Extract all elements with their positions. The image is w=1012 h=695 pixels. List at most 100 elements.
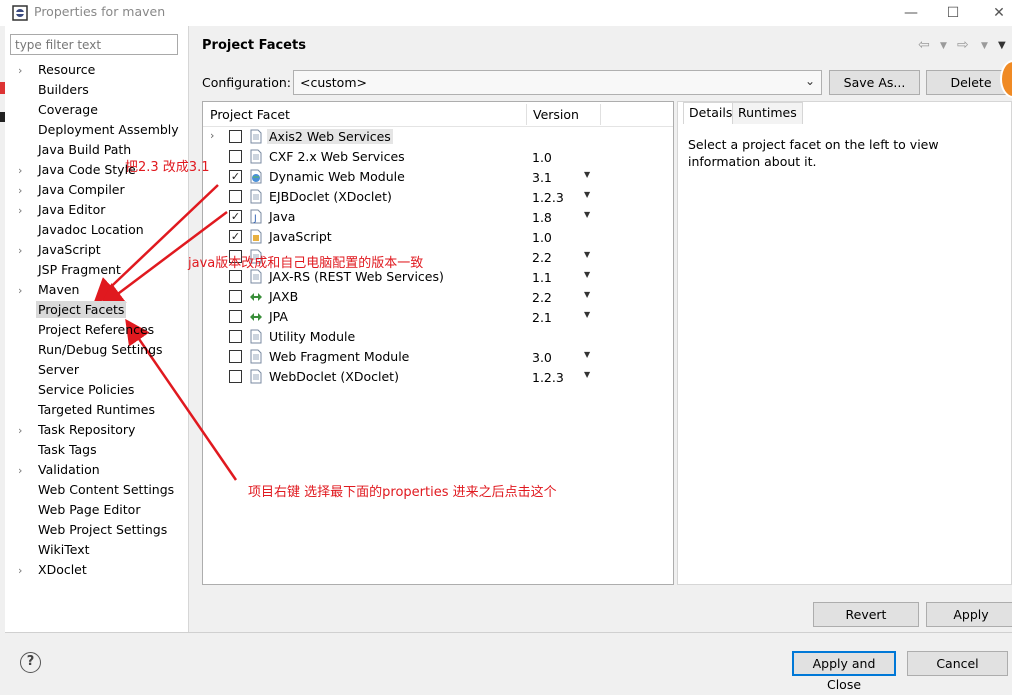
sidebar-item-javadoc-location[interactable]: Javadoc Location [18,220,146,240]
facet-version[interactable]: 1.8 [532,210,552,225]
minimize-button[interactable]: — [896,2,926,24]
column-separator [526,104,527,125]
facet-version[interactable]: 1.2.3 [532,370,564,385]
chevron-right-icon[interactable]: › [18,181,36,201]
sidebar-item-deployment-assembly[interactable]: Deployment Assembly [18,120,181,140]
version-dropdown-icon[interactable]: ▼ [584,210,590,219]
facet-checkbox[interactable] [229,150,242,163]
back-arrow-icon[interactable]: ⇦ [918,37,930,53]
facet-version[interactable]: 2.2 [532,290,552,305]
facet-version[interactable]: 2.1 [532,310,552,325]
sidebar-item-coverage[interactable]: Coverage [18,100,100,120]
apply-and-close-button[interactable]: Apply and Close [792,651,896,692]
filter-input[interactable] [10,34,178,55]
chevron-right-icon[interactable]: › [18,461,36,481]
chevron-right-icon[interactable]: › [18,201,36,221]
facet-version[interactable]: 1.2.3 [532,190,564,205]
chevron-right-icon[interactable]: › [18,61,36,81]
sidebar-item-resource[interactable]: › Resource [18,60,97,80]
facet-checkbox[interactable] [229,130,242,143]
view-menu-icon[interactable]: ▼ [998,40,1006,51]
sidebar-item-task-repository[interactable]: › Task Repository [18,420,137,440]
chevron-right-icon[interactable]: › [210,129,214,142]
delete-button[interactable]: Delete [926,70,1012,95]
facet-checkbox[interactable]: ✓ [229,210,242,223]
version-dropdown-icon[interactable]: ▼ [584,370,590,379]
tab-details[interactable]: Details [683,102,739,124]
sidebar-item-web-page-editor[interactable]: Web Page Editor [18,500,142,520]
sidebar-item-java-build-path[interactable]: Java Build Path [18,140,133,160]
facet-checkbox[interactable] [229,270,242,283]
chevron-right-icon[interactable]: › [18,561,36,581]
sidebar-item-builders[interactable]: Builders [18,80,91,100]
table-row[interactable]: JPA 2.1 ▼ [203,307,673,327]
version-dropdown-icon[interactable]: ▼ [584,170,590,179]
facet-checkbox[interactable] [229,190,242,203]
version-dropdown-icon[interactable]: ▼ [584,190,590,199]
sidebar-item-validation[interactable]: › Validation [18,460,102,480]
sidebar-item-task-tags[interactable]: Task Tags [18,440,99,460]
facet-checkbox[interactable]: ✓ [229,170,242,183]
chevron-right-icon[interactable]: › [18,421,36,441]
sidebar-item-wikitext[interactable]: WikiText [18,540,92,560]
back-menu-chevron-icon[interactable]: ▼ [940,41,947,51]
details-text: Select a project facet on the left to vi… [688,137,939,169]
sidebar-item-java-code-style[interactable]: › Java Code Style [18,160,138,180]
column-header-version[interactable]: Version [533,107,579,122]
sidebar-item-xdoclet[interactable]: › XDoclet [18,560,89,580]
table-row[interactable]: Utility Module [203,327,673,347]
table-row[interactable]: EJBDoclet (XDoclet) 1.2.3 ▼ [203,187,673,207]
table-row[interactable]: WebDoclet (XDoclet) 1.2.3 ▼ [203,367,673,387]
sidebar-item-service-policies[interactable]: Service Policies [18,380,136,400]
forward-arrow-icon[interactable]: ⇨ [957,37,969,53]
sidebar-item-targeted-runtimes[interactable]: Targeted Runtimes [18,400,157,420]
tab-runtimes[interactable]: Runtimes [732,102,803,124]
configuration-select[interactable]: <custom> ⌄ [293,70,822,95]
facet-checkbox[interactable] [229,290,242,303]
chevron-right-icon[interactable]: › [18,241,36,261]
sidebar-item-java-editor[interactable]: › Java Editor [18,200,107,220]
sidebar-item-project-facets[interactable]: Project Facets [18,300,127,320]
sidebar-item-javascript[interactable]: › JavaScript [18,240,103,260]
table-row[interactable]: ✓ JavaScript 1.0 [203,227,673,247]
facet-checkbox[interactable] [229,350,242,363]
version-dropdown-icon[interactable]: ▼ [584,310,590,319]
chevron-right-icon[interactable]: › [18,281,36,301]
version-dropdown-icon[interactable]: ▼ [584,270,590,279]
sidebar-item-jsp-fragment[interactable]: JSP Fragment [18,260,123,280]
sidebar-item-maven[interactable]: › Maven [18,280,81,300]
cancel-button[interactable]: Cancel [907,651,1008,676]
sidebar-item-web-project-settings[interactable]: Web Project Settings [18,520,169,540]
facet-checkbox[interactable] [229,370,242,383]
table-row[interactable]: Web Fragment Module 3.0 ▼ [203,347,673,367]
save-as-button[interactable]: Save As... [829,70,920,95]
table-row[interactable]: CXF 2.x Web Services 1.0 [203,147,673,167]
version-dropdown-icon[interactable]: ▼ [584,250,590,259]
help-icon[interactable]: ? [20,652,41,673]
facet-checkbox[interactable] [229,310,242,323]
facet-checkbox[interactable]: ✓ [229,230,242,243]
sidebar-item-server[interactable]: Server [18,360,81,380]
sidebar-item-java-compiler[interactable]: › Java Compiler [18,180,127,200]
sidebar-item-project-references[interactable]: Project References [18,320,156,340]
facet-version[interactable]: 2.2 [532,250,552,265]
facet-version[interactable]: 1.1 [532,270,552,285]
sidebar-item-run-debug-settings[interactable]: Run/Debug Settings [18,340,165,360]
facet-checkbox[interactable] [229,330,242,343]
table-row[interactable]: › Axis2 Web Services [203,127,673,147]
apply-button[interactable]: Apply [926,602,1012,627]
table-row[interactable]: ✓ Dynamic Web Module 3.1 ▼ [203,167,673,187]
column-header-facet[interactable]: Project Facet [210,107,290,122]
facet-version[interactable]: 3.1 [532,170,552,185]
chevron-right-icon[interactable]: › [18,161,36,181]
version-dropdown-icon[interactable]: ▼ [584,350,590,359]
maximize-button[interactable]: ☐ [938,2,968,24]
forward-menu-chevron-icon[interactable]: ▼ [981,41,988,51]
close-button[interactable]: ✕ [984,2,1012,24]
revert-button[interactable]: Revert [813,602,919,627]
sidebar-item-web-content-settings[interactable]: Web Content Settings [18,480,176,500]
version-dropdown-icon[interactable]: ▼ [584,290,590,299]
facet-version[interactable]: 3.0 [532,350,552,365]
table-row[interactable]: ✓ J Java 1.8 ▼ [203,207,673,227]
table-row[interactable]: JAXB 2.2 ▼ [203,287,673,307]
